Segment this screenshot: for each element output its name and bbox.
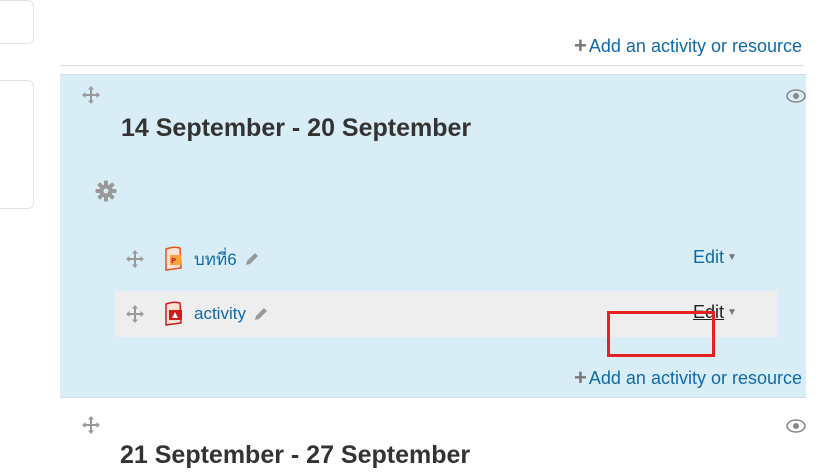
eye-icon[interactable] bbox=[786, 89, 806, 103]
add-activity-label: Add an activity or resource bbox=[588, 367, 802, 388]
svg-text:P: P bbox=[171, 257, 176, 265]
divider bbox=[60, 65, 804, 66]
activity-link[interactable]: activity bbox=[194, 304, 246, 324]
plus-icon: + bbox=[574, 365, 587, 390]
section-title: 21 September - 27 September bbox=[120, 441, 471, 469]
highlight-box bbox=[607, 311, 715, 357]
gear-icon[interactable] bbox=[95, 180, 117, 202]
left-panel-block bbox=[0, 80, 34, 209]
section-title: 14 September - 20 September bbox=[121, 114, 472, 142]
move-icon[interactable] bbox=[126, 250, 144, 268]
add-activity-label: Add an activity or resource bbox=[588, 35, 802, 56]
move-icon[interactable] bbox=[82, 86, 100, 104]
pencil-icon[interactable] bbox=[243, 250, 261, 268]
edit-label: Edit bbox=[693, 247, 725, 267]
edit-menu[interactable]: Edit ▼ bbox=[693, 247, 737, 268]
pencil-icon[interactable] bbox=[252, 305, 270, 323]
pdf-file-icon bbox=[165, 301, 182, 326]
activity-row: P บทที่6 Edit ▼ bbox=[115, 236, 777, 282]
plus-icon: + bbox=[574, 33, 587, 58]
move-icon[interactable] bbox=[126, 305, 144, 323]
eye-icon[interactable] bbox=[786, 419, 806, 433]
caret-down-icon: ▼ bbox=[727, 252, 737, 263]
powerpoint-file-icon: P bbox=[165, 246, 182, 271]
add-activity-link[interactable]: + Add an activity or resource bbox=[574, 367, 802, 389]
caret-down-icon: ▼ bbox=[727, 307, 737, 318]
activity-link[interactable]: บทที่6 bbox=[194, 246, 237, 273]
add-activity-link[interactable]: + Add an activity or resource bbox=[574, 35, 802, 57]
left-panel-block bbox=[0, 0, 34, 44]
move-icon[interactable] bbox=[82, 416, 100, 434]
